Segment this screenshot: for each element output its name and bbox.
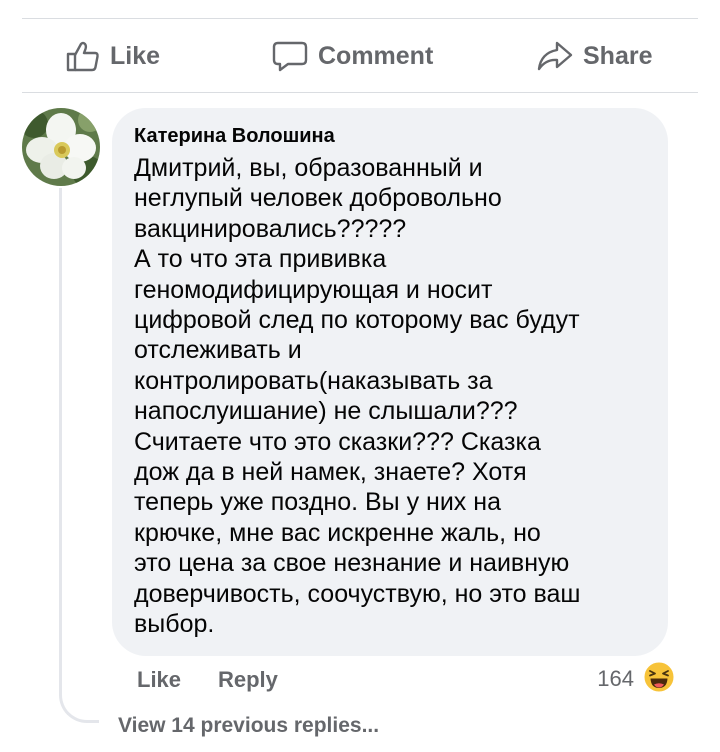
- comment-like-button[interactable]: Like: [137, 664, 181, 696]
- top-divider: [22, 18, 698, 19]
- avatar[interactable]: [22, 108, 100, 186]
- speech-bubble-icon: [272, 40, 308, 72]
- share-button[interactable]: Share: [537, 20, 652, 92]
- comment-bubble: Катерина Волошина Дмитрий, вы, образован…: [112, 108, 668, 656]
- comment-label: Comment: [318, 41, 434, 70]
- comment-button[interactable]: Comment: [272, 20, 433, 92]
- share-label: Share: [583, 41, 653, 70]
- comment-reply-button[interactable]: Reply: [218, 664, 278, 696]
- like-label: Like: [110, 41, 161, 70]
- thumbs-up-icon: [66, 40, 100, 72]
- view-previous-replies-link[interactable]: View 14 previous replies...: [118, 714, 379, 738]
- comment-text: Дмитрий, вы, образованный и неглупый чел…: [134, 154, 581, 639]
- reply-thread-line: [59, 188, 99, 723]
- actions-divider: [22, 92, 698, 93]
- laughing-emoji-icon: [642, 660, 676, 699]
- comment-author[interactable]: Катерина Волошина: [134, 122, 648, 150]
- share-arrow-icon: [537, 40, 573, 72]
- post-action-bar: Like Comment Share: [22, 20, 698, 92]
- reaction-count: 164: [597, 666, 634, 691]
- reaction-summary[interactable]: 164: [597, 660, 676, 699]
- like-button[interactable]: Like: [66, 20, 160, 92]
